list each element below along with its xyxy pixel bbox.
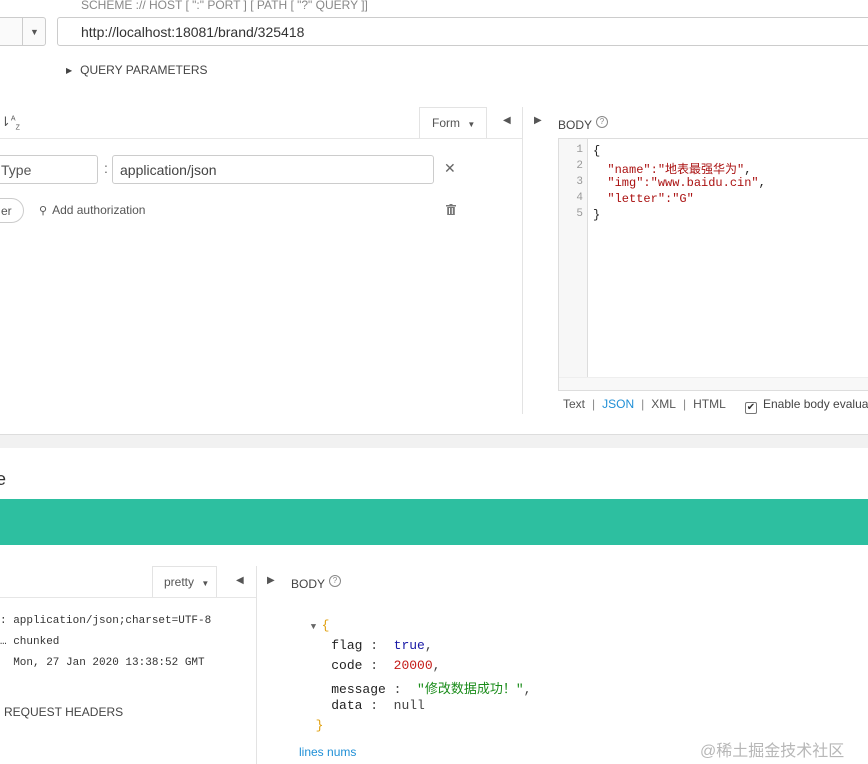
code-line: } [593,208,601,222]
watermark: @稀土掘金技术社区 [700,743,845,760]
pretty-label: pretty [164,575,195,589]
help-icon[interactable]: ? [329,575,342,587]
pretty-toggle-button[interactable]: pretty ▼ [152,566,217,597]
line-number: 3 [576,176,583,188]
method-select[interactable]: ▼ [0,17,46,46]
format-xml-link[interactable]: XML [651,397,676,411]
url-scheme-hint: SCHEME :// HOST [ ":" PORT ] [ PATH [ "?… [81,0,368,12]
headers-divider [0,138,522,139]
url-input[interactable]: http://localhost:18081/brand/325418 [57,17,868,46]
json-row: data : null [331,698,425,713]
request-body-editor[interactable]: 1 2 3 4 5 { "name":"地表最强华为", "img":"www.… [558,138,868,391]
caret-down-icon: ▼ [201,579,210,588]
collapse-left-icon[interactable]: ◀ [236,575,244,586]
json-row: flag : true, [331,638,433,653]
response-body-label: BODY? [291,575,342,591]
collapse-right-icon[interactable]: ▶ [534,115,542,126]
collapse-triangle-icon[interactable]: ▼ [300,622,322,632]
header-colon: : [104,160,108,176]
code-line: { [593,144,601,158]
json-close-row: } [315,718,324,733]
trash-icon[interactable] [446,204,456,215]
code-line: "name":"地表最强华为", [607,163,752,177]
line-number: 2 [576,160,583,172]
header-value-input[interactable]: application/json [112,155,434,184]
response-pane-divider[interactable] [256,566,257,764]
lines-nums-link[interactable]: lines nums [299,745,356,759]
pane-divider[interactable] [522,107,523,414]
form-label: Form [432,116,460,130]
request-body-title: BODY [558,118,593,132]
triangle-right-icon: ▶ [66,66,73,75]
json-row: message : "修改数据成功！", [331,682,532,697]
remove-header-icon[interactable]: ✕ [444,160,456,177]
line-number: 4 [576,192,583,204]
add-header-button[interactable]: er [0,198,24,223]
query-parameters-toggle[interactable]: ▶ QUERY PARAMETERS [66,63,208,77]
response-title: e [0,469,7,489]
code-line: "letter":"G" [607,192,694,206]
response-headers-divider [0,597,256,598]
line-number-gutter: 1 2 3 4 5 [559,139,588,379]
header-name-input[interactable]: Type [0,155,98,184]
key-icon: ⚲ [39,205,48,217]
add-authorization-label: Add authorization [52,203,146,217]
collapse-left-icon[interactable]: ◀ [503,115,511,126]
response-header-date: Mon, 27 Jan 2020 13:38:52 GMT [0,657,205,669]
collapse-right-icon[interactable]: ▶ [267,575,275,586]
chevron-down-icon[interactable]: ▼ [22,18,46,45]
response-header-content-type: : application/json;charset=UTF-8 [0,615,212,627]
response-body-title: BODY [291,577,326,591]
sort-az-icon[interactable]: ⇂AZ [0,114,20,132]
enable-body-eval-checkbox[interactable]: ✔ Enable body evalua [745,397,868,414]
help-icon[interactable]: ? [596,116,609,128]
json-row: code : 20000, [331,658,441,673]
line-number: 5 [576,208,583,220]
response-json-view: ▼ { flag : true, code : 20000, message :… [300,618,532,738]
code-line: "img":"www.baidu.cin", [607,176,766,190]
response-header-transfer-encoding: … chunked [0,636,60,648]
body-format-links: Text | JSON | XML | HTML [563,397,726,411]
format-json-link[interactable]: JSON [602,397,634,411]
form-toggle-button[interactable]: Form ▼ [419,107,487,138]
caret-down-icon: ▼ [467,120,476,129]
format-text-link[interactable]: Text [563,397,585,411]
checkmark-icon[interactable]: ✔ [745,402,757,414]
enable-body-eval-label: Enable body evalua [763,397,868,411]
request-body-label: BODY? [558,116,609,132]
line-number: 1 [576,144,583,156]
request-headers-toggle[interactable]: REQUEST HEADERS [4,705,123,719]
response-status-bar [0,499,868,545]
horizontal-scrollbar[interactable] [559,377,868,390]
code-lines[interactable]: { "name":"地表最强华为", "img":"www.baidu.cin"… [593,144,766,224]
section-separator [0,434,868,448]
add-authorization-link[interactable]: ⚲ Add authorization [39,203,145,217]
query-parameters-label: QUERY PARAMETERS [80,63,208,77]
json-open-row: ▼ { [300,618,330,633]
format-html-link[interactable]: HTML [693,397,726,411]
